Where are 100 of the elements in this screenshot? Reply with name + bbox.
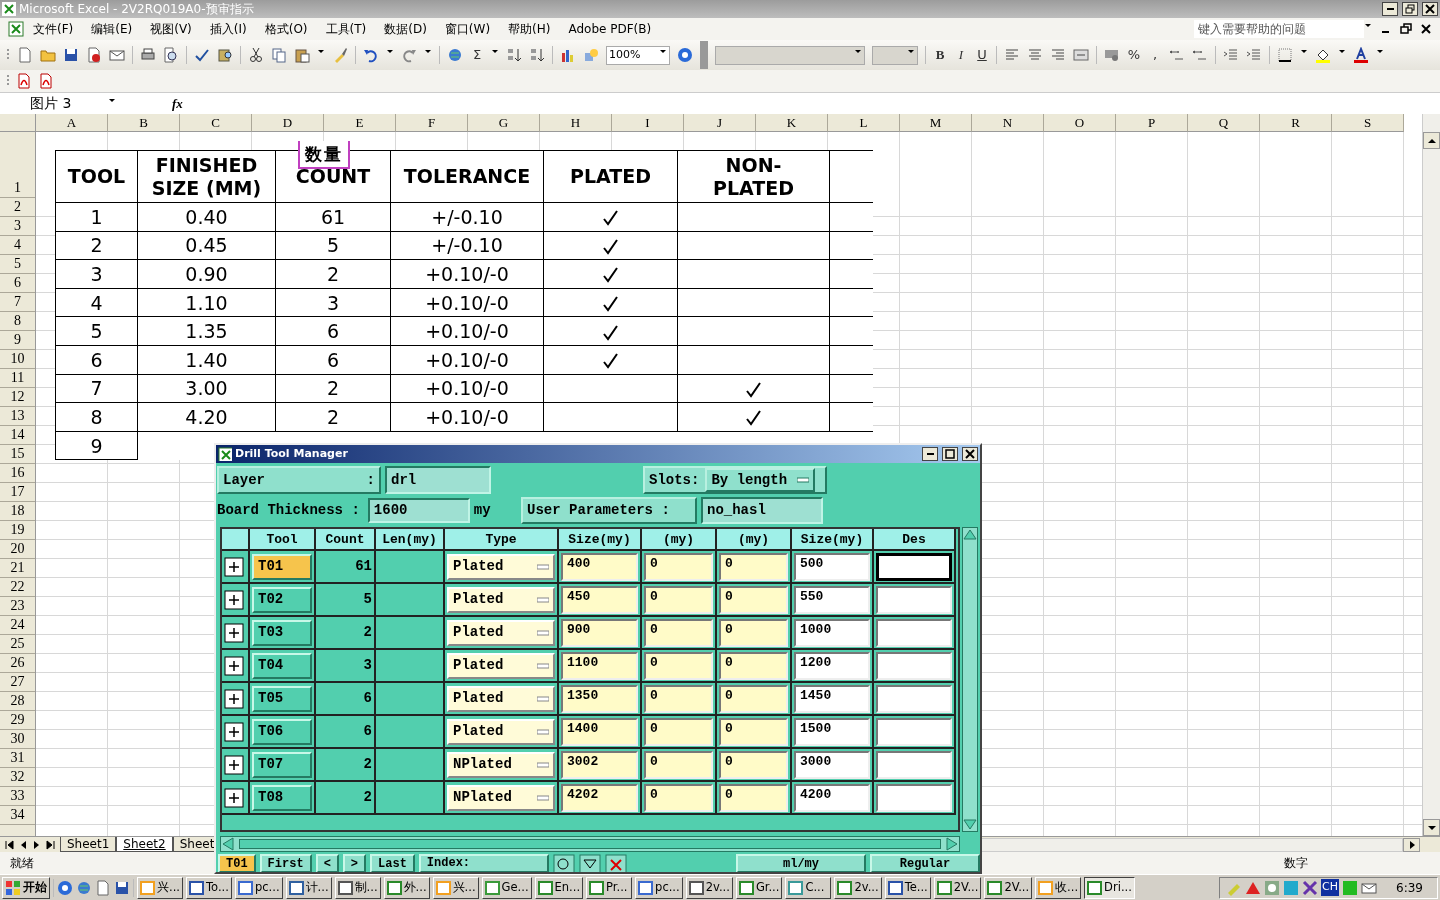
scroll-down-icon[interactable]: [963, 817, 977, 831]
row-header[interactable]: 19: [0, 521, 35, 540]
menu-item[interactable]: 格式(O): [255, 20, 317, 38]
help-search-field[interactable]: 键入需要帮助的问题: [1194, 20, 1364, 38]
size-field[interactable]: 4200: [794, 784, 870, 812]
underline-button[interactable]: U: [975, 47, 989, 63]
thickness-field[interactable]: 1600: [367, 498, 470, 523]
type-dropdown[interactable]: Plated: [447, 619, 555, 646]
row-header[interactable]: 18: [0, 502, 35, 521]
merge-cells-icon[interactable]: [1073, 47, 1089, 63]
tool-button[interactable]: T07: [252, 751, 312, 778]
size-field[interactable]: 0: [719, 652, 788, 680]
description-field[interactable]: [876, 553, 952, 581]
size-field[interactable]: 1350: [561, 685, 638, 713]
row-header[interactable]: 5: [0, 255, 35, 274]
taskbar-button[interactable]: En...: [534, 876, 584, 899]
size-field[interactable]: 0: [644, 685, 713, 713]
globe-icon[interactable]: [76, 879, 92, 896]
column-header[interactable]: K: [756, 114, 828, 132]
user-parameters-field[interactable]: no_hasl: [701, 497, 823, 524]
font-color-icon[interactable]: [1353, 47, 1369, 63]
fill-color-icon[interactable]: [1315, 47, 1331, 63]
new-icon[interactable]: [17, 47, 33, 63]
row-header[interactable]: 3: [0, 217, 35, 236]
sort-descending-icon[interactable]: [529, 47, 545, 63]
size-field[interactable]: 0: [644, 652, 713, 680]
clock-icon[interactable]: [57, 879, 73, 896]
first-sheet-icon[interactable]: [4, 839, 14, 850]
pdf-comment-icon[interactable]: [38, 73, 54, 89]
close-button[interactable]: [1422, 2, 1438, 16]
delete-icon[interactable]: [604, 854, 627, 872]
bold-button[interactable]: B: [933, 47, 947, 63]
size-field[interactable]: 1000: [794, 619, 870, 647]
row-header[interactable]: 31: [0, 749, 35, 768]
taskbar-button[interactable]: 制...: [334, 876, 381, 899]
size-field[interactable]: 1100: [561, 652, 638, 680]
minimize-button[interactable]: [1382, 2, 1398, 16]
italic-button[interactable]: I: [954, 47, 968, 63]
row-header[interactable]: 2: [0, 198, 35, 217]
size-field[interactable]: 0: [644, 619, 713, 647]
size-field[interactable]: 3000: [794, 751, 870, 779]
size-field[interactable]: 0: [719, 619, 788, 647]
scroll-right-button[interactable]: [1403, 837, 1420, 852]
column-header[interactable]: M: [900, 114, 972, 132]
row-header[interactable]: 26: [0, 654, 35, 673]
expand-button[interactable]: [224, 754, 244, 775]
start-button[interactable]: 开始: [2, 876, 50, 899]
tool-button[interactable]: T01: [252, 553, 312, 580]
size-field[interactable]: 0: [719, 586, 788, 614]
tool-button[interactable]: T05: [252, 685, 312, 712]
research-icon[interactable]: [217, 47, 233, 63]
close-button[interactable]: [962, 447, 978, 461]
user-parameters-button[interactable]: User Parameters :: [521, 497, 697, 524]
navigation-button[interactable]: Last: [370, 854, 415, 872]
column-header[interactable]: P: [1116, 114, 1188, 132]
row-header[interactable]: 28: [0, 692, 35, 711]
sort-ascending-icon[interactable]: [506, 47, 522, 63]
language-indicator[interactable]: CH: [1321, 879, 1340, 896]
row-header[interactable]: 8: [0, 312, 35, 331]
restore-icon[interactable]: [1400, 23, 1412, 35]
help-icon[interactable]: [677, 47, 693, 63]
scroll-up-icon[interactable]: [963, 528, 977, 542]
notepad-icon[interactable]: [95, 879, 111, 896]
name-box[interactable]: 图片 3: [0, 93, 120, 114]
undo-icon[interactable]: [363, 47, 379, 63]
size-field[interactable]: 0: [719, 751, 788, 779]
row-header[interactable]: 14: [0, 426, 35, 445]
scroll-up-button[interactable]: [1423, 132, 1440, 149]
menu-item[interactable]: 帮助(H): [499, 20, 560, 38]
type-dropdown[interactable]: Plated: [447, 553, 555, 580]
column-header[interactable]: J: [684, 114, 756, 132]
row-header[interactable]: 12: [0, 388, 35, 407]
column-header[interactable]: G: [468, 114, 540, 132]
row-header[interactable]: 29: [0, 711, 35, 730]
column-header[interactable]: N: [972, 114, 1044, 132]
row-header[interactable]: 21: [0, 559, 35, 578]
vertical-scrollbar[interactable]: [962, 527, 978, 832]
minimize-button[interactable]: [922, 447, 938, 461]
taskbar-button[interactable]: To...: [186, 876, 232, 899]
expand-button[interactable]: [224, 787, 244, 808]
size-field[interactable]: 0: [719, 784, 788, 812]
size-field[interactable]: 500: [794, 553, 870, 581]
row-header[interactable]: 13: [0, 407, 35, 426]
size-field[interactable]: 1450: [794, 685, 870, 713]
row-header[interactable]: 32: [0, 768, 35, 787]
expand-button[interactable]: [224, 655, 244, 676]
borders-icon[interactable]: [1277, 47, 1293, 63]
type-dropdown[interactable]: Plated: [447, 652, 555, 679]
pdf-icon[interactable]: [16, 73, 32, 89]
column-header[interactable]: H: [540, 114, 612, 132]
percent-button[interactable]: %: [1127, 47, 1141, 63]
permission-icon[interactable]: [86, 47, 102, 63]
sheet-tab[interactable]: Sheet2: [116, 837, 173, 852]
size-field[interactable]: 0: [719, 553, 788, 581]
row-header[interactable]: 25: [0, 635, 35, 654]
row-header[interactable]: 20: [0, 540, 35, 559]
size-field[interactable]: 3002: [561, 751, 638, 779]
layer-button[interactable]: Layer :: [217, 466, 381, 494]
description-field[interactable]: [876, 586, 952, 614]
size-field[interactable]: 0: [644, 553, 713, 581]
